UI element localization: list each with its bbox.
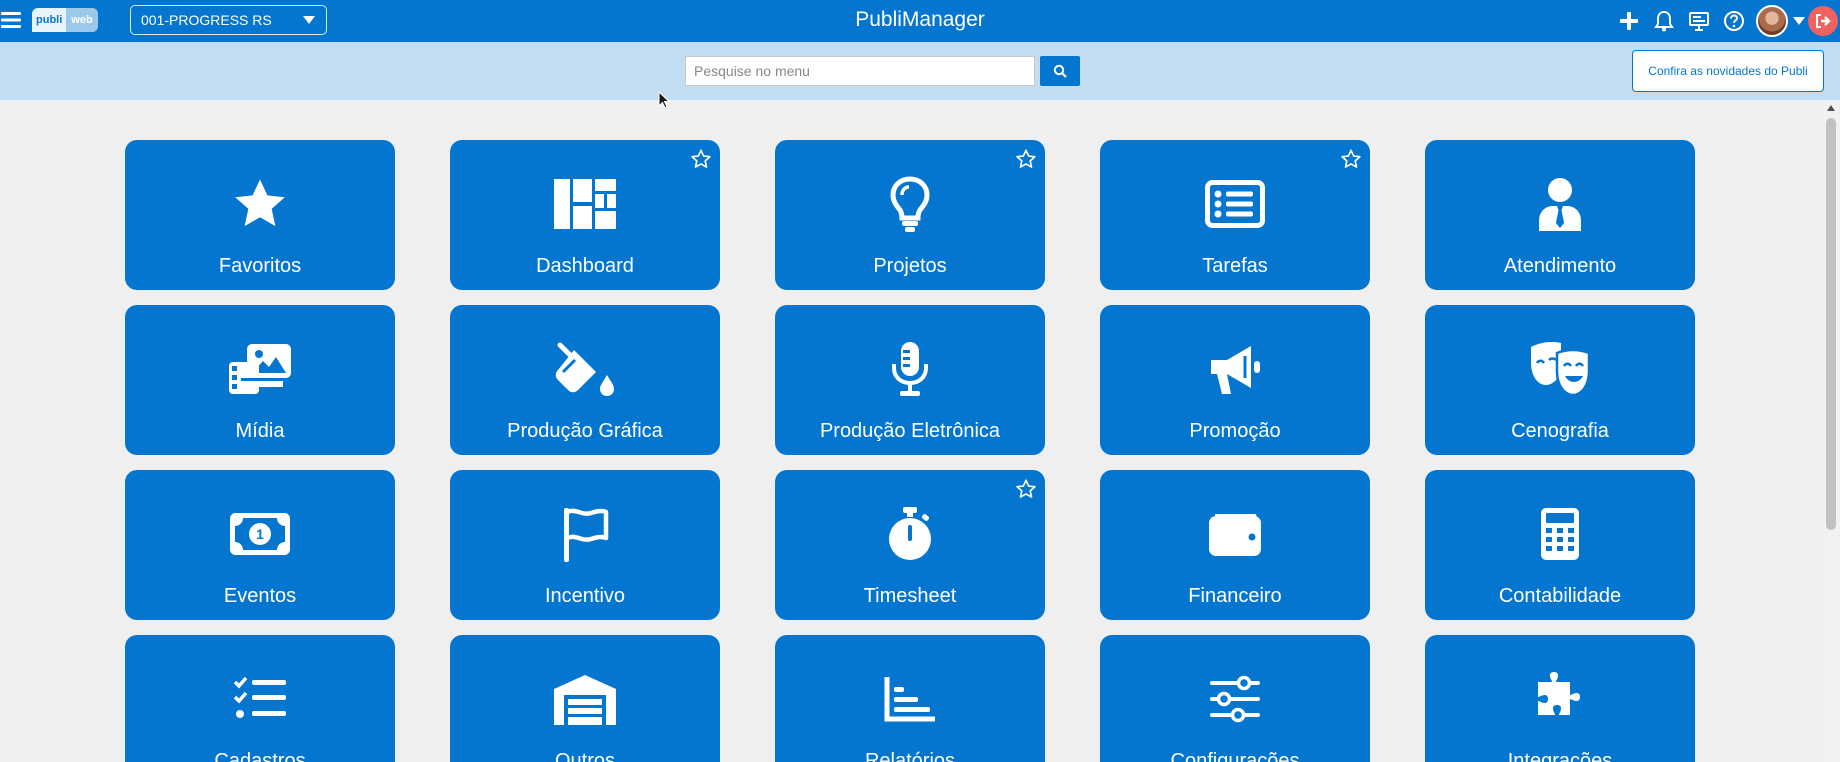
module-tile-producao-grafica[interactable]: Produção Gráfica	[450, 305, 720, 455]
search-button[interactable]	[1040, 56, 1080, 86]
tasks-icon	[125, 669, 395, 729]
favorite-star-icon[interactable]	[1013, 476, 1039, 502]
module-tile-outros[interactable]: Outros	[450, 635, 720, 762]
chevron-down-icon[interactable]	[1792, 7, 1806, 35]
module-tile-financeiro[interactable]: Financeiro	[1100, 470, 1370, 620]
module-label: Cenografia	[1511, 420, 1609, 442]
search-icon	[1053, 64, 1067, 78]
module-tile-projetos[interactable]: Projetos	[775, 140, 1045, 290]
favorite-star-icon[interactable]	[688, 146, 714, 172]
list-alt-icon	[1100, 174, 1370, 234]
module-label: Favoritos	[218, 255, 302, 277]
top-bar: publi web 001-PROGRESS RS PubliManager	[0, 0, 1840, 42]
flag-icon	[450, 504, 720, 564]
hamburger-menu-icon[interactable]	[0, 9, 22, 31]
module-tile-cenografia[interactable]: Cenografia	[1425, 305, 1695, 455]
module-label: Promoção	[1189, 420, 1281, 442]
module-label: Projetos	[873, 255, 947, 277]
logo-text-web: web	[66, 8, 98, 32]
module-tile-dashboard[interactable]: Dashboard	[450, 140, 720, 290]
calculator-icon	[1425, 504, 1695, 564]
search-strip: Confira as novidades do Publi	[0, 42, 1840, 100]
company-select[interactable]: 001-PROGRESS RS	[130, 5, 327, 35]
top-icons	[1608, 0, 1840, 42]
module-label: Incentivo	[544, 585, 626, 607]
logout-icon[interactable]	[1808, 6, 1838, 36]
module-label: Relatórios	[864, 750, 956, 762]
logo-text-publi: publi	[36, 14, 63, 26]
module-label: Outros	[554, 750, 616, 762]
presentation-icon[interactable]	[1685, 7, 1713, 35]
user-avatar[interactable]	[1756, 5, 1788, 37]
wallet-icon	[1100, 504, 1370, 564]
sliders-icon	[1100, 669, 1370, 729]
lightbulb-icon	[775, 174, 1045, 234]
module-tile-promocao[interactable]: Promoção	[1100, 305, 1370, 455]
module-tile-timesheet[interactable]: Timesheet	[775, 470, 1045, 620]
module-tile-relatorios[interactable]: Relatórios	[775, 635, 1045, 762]
module-tile-integracoes[interactable]: Integrações	[1425, 635, 1695, 762]
publiweb-logo[interactable]: publi web	[32, 8, 98, 32]
module-label: Contabilidade	[1498, 585, 1622, 607]
user-tie-icon	[1425, 174, 1695, 234]
theater-masks-icon	[1425, 339, 1695, 399]
scrollbar-thumb[interactable]	[1826, 118, 1836, 530]
microphone-icon	[775, 339, 1045, 399]
dashboard-icon	[450, 174, 720, 234]
module-tile-incentivo[interactable]: Incentivo	[450, 470, 720, 620]
scroll-up-arrow-icon[interactable]	[1822, 100, 1840, 116]
module-tile-configuracoes[interactable]: Configurações	[1100, 635, 1370, 762]
module-tile-tarefas[interactable]: Tarefas	[1100, 140, 1370, 290]
module-tile-atendimento[interactable]: Atendimento	[1425, 140, 1695, 290]
company-select-value: 001-PROGRESS RS	[141, 12, 272, 28]
chart-bar-icon	[775, 669, 1045, 729]
favorite-star-icon[interactable]	[1338, 146, 1364, 172]
modules-grid: Favoritos Dashboard Projetos Tarefas Atendim…	[0, 100, 1822, 762]
menu-search-input[interactable]	[685, 56, 1035, 86]
module-label: Financeiro	[1188, 585, 1282, 607]
stopwatch-icon	[775, 504, 1045, 564]
module-label: Atendimento	[1503, 255, 1617, 277]
module-tile-midia[interactable]: Mídia	[125, 305, 395, 455]
module-label: Timesheet	[863, 585, 957, 607]
module-label: Mídia	[235, 420, 285, 442]
module-label: Produção Eletrônica	[819, 420, 1001, 442]
bullhorn-icon	[1100, 339, 1370, 399]
star-icon	[125, 174, 395, 234]
module-label: Cadastros	[214, 750, 306, 762]
module-tile-contabilidade[interactable]: Contabilidade	[1425, 470, 1695, 620]
warehouse-icon	[450, 669, 720, 729]
photo-video-icon	[125, 339, 395, 399]
help-icon[interactable]	[1720, 7, 1748, 35]
module-tile-eventos[interactable]: 1 Eventos	[125, 470, 395, 620]
module-tile-cadastros[interactable]: Cadastros	[125, 635, 395, 762]
module-label: Configurações	[1170, 750, 1300, 762]
module-tile-favoritos[interactable]: Favoritos	[125, 140, 395, 290]
favorite-star-icon[interactable]	[1013, 146, 1039, 172]
module-label: Produção Gráfica	[507, 420, 663, 442]
module-label: Dashboard	[536, 255, 634, 277]
module-tile-producao-eletronica[interactable]: Produção Eletrônica	[775, 305, 1045, 455]
module-label: Tarefas	[1202, 255, 1268, 277]
module-label: Integrações	[1507, 750, 1613, 762]
money-bill-icon: 1	[125, 504, 395, 564]
module-label: Eventos	[223, 585, 297, 607]
news-button[interactable]: Confira as novidades do Publi	[1632, 50, 1824, 92]
svg-text:1: 1	[256, 526, 264, 542]
puzzle-icon	[1425, 669, 1695, 729]
bell-icon[interactable]	[1650, 7, 1678, 35]
fill-drip-icon	[450, 339, 720, 399]
plus-icon[interactable]	[1615, 7, 1643, 35]
page-scrollbar[interactable]	[1822, 100, 1840, 762]
caret-down-icon	[303, 16, 315, 24]
